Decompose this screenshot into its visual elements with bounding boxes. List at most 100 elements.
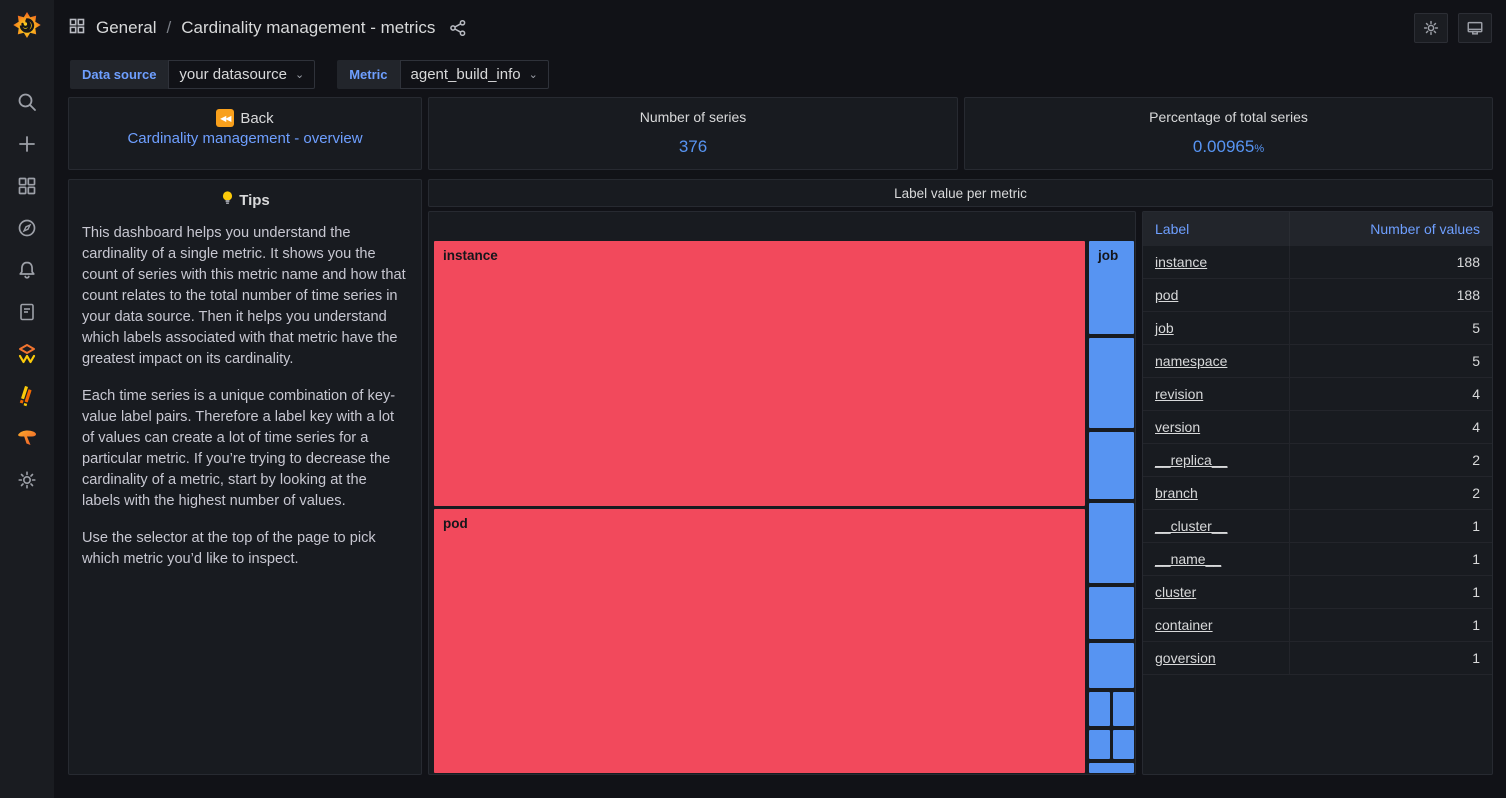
table-row: revision 4 [1143, 378, 1492, 411]
documents-icon[interactable] [14, 299, 40, 325]
treemap: instancepod job [429, 212, 1135, 774]
table-row: __name__ 1 [1143, 543, 1492, 576]
label-value-per-metric-header: Label value per metric [428, 179, 1493, 207]
dashboard-settings-gear-icon[interactable] [1414, 13, 1448, 43]
breadcrumb-separator: / [166, 18, 171, 38]
grafana-logo[interactable] [7, 7, 47, 47]
back-title-text: Back [240, 110, 273, 127]
back-overview-link[interactable]: Cardinality management - overview [69, 130, 421, 147]
tips-panel: Tips This dashboard helps you understand… [68, 179, 422, 775]
table-row: goversion 1 [1143, 642, 1492, 675]
label-link[interactable]: revision [1155, 386, 1203, 402]
label-link[interactable]: instance [1155, 254, 1207, 270]
value-cell: 1 [1289, 642, 1492, 675]
datasource-value: your datasource [179, 66, 287, 83]
table-row: container1 [1143, 609, 1492, 642]
table-row: __cluster__1 [1143, 510, 1492, 543]
back-panel-title: ◀◀ Back [69, 109, 421, 127]
dashboard-actions [1414, 13, 1492, 43]
explore-compass-icon[interactable] [14, 215, 40, 241]
treemap-block[interactable] [1089, 503, 1134, 583]
mimir-icon[interactable] [14, 341, 40, 367]
alerting-bell-icon[interactable] [14, 257, 40, 283]
label-link[interactable]: container [1155, 617, 1213, 633]
table-row: version 4 [1143, 411, 1492, 444]
grafana-dashboard: General / Cardinality management - metri… [0, 0, 1506, 798]
label-link[interactable]: __cluster__ [1155, 518, 1227, 534]
apps-grid-icon [68, 17, 86, 40]
loki-icon[interactable] [14, 383, 40, 409]
sidebar [0, 0, 54, 798]
label-values-table-panel: Label Number of values instance188 pod 188… [1142, 211, 1493, 775]
value-cell: 1 [1289, 543, 1492, 576]
label-cell: version [1143, 411, 1289, 444]
label-link[interactable]: goversion [1155, 650, 1216, 666]
label-link[interactable]: job [1155, 320, 1174, 336]
table-row: branch2 [1143, 477, 1492, 510]
label-cell: namespace [1143, 345, 1289, 378]
datasource-variable-label: Data source [70, 60, 168, 89]
label-link[interactable]: version [1155, 419, 1200, 435]
search-icon[interactable] [14, 89, 40, 115]
series-count-value: 376 [429, 137, 957, 157]
treemap-block-pod[interactable]: pod [434, 509, 1085, 773]
column-header-label[interactable]: Label [1143, 212, 1289, 246]
treemap-block[interactable] [1089, 730, 1110, 759]
treemap-block[interactable] [1089, 432, 1134, 499]
treemap-block[interactable] [1113, 730, 1134, 759]
label-link[interactable]: pod [1155, 287, 1178, 303]
series-pct-value: 0.00965% [965, 137, 1492, 157]
value-cell: 4 [1289, 411, 1492, 444]
value-cell: 4 [1289, 378, 1492, 411]
label-cell: instance [1143, 246, 1289, 279]
top-navigation-bar: General / Cardinality management - metri… [54, 0, 1506, 56]
table-row: job5 [1143, 312, 1492, 345]
treemap-block-job[interactable]: job [1089, 241, 1134, 334]
number-of-series-panel: Number of series 376 [428, 97, 958, 170]
panel-title: Label value per metric [894, 186, 1027, 201]
label-cell: goversion [1143, 642, 1289, 675]
tips-paragraph: Each time series is a unique combination… [82, 386, 408, 512]
share-icon[interactable] [449, 19, 467, 37]
treemap-block[interactable] [1089, 692, 1110, 726]
table-row: namespace 5 [1143, 345, 1492, 378]
label-link[interactable]: namespace [1155, 353, 1227, 369]
kiosk-monitor-icon[interactable] [1458, 13, 1492, 43]
tempo-icon[interactable] [14, 425, 40, 451]
tips-title-text: Tips [239, 192, 270, 209]
column-header-number-of-values[interactable]: Number of values [1289, 212, 1492, 246]
label-cell: __replica__ [1143, 444, 1289, 477]
treemap-block[interactable] [1089, 338, 1134, 428]
treemap-block[interactable] [1089, 763, 1134, 773]
value-cell: 5 [1289, 345, 1492, 378]
dashboards-icon[interactable] [14, 173, 40, 199]
label-link[interactable]: __replica__ [1155, 452, 1227, 468]
breadcrumb-section[interactable]: General [96, 18, 156, 38]
treemap-block[interactable] [1089, 643, 1134, 688]
datasource-select[interactable]: your datasource ⌄ [168, 60, 315, 89]
percentage-of-total-series-panel: Percentage of total series 0.00965% [964, 97, 1493, 170]
table-row: pod 188 [1143, 279, 1492, 312]
tips-body: This dashboard helps you understand the … [82, 223, 408, 570]
tips-panel-title: Tips [82, 190, 408, 210]
add-icon[interactable] [14, 131, 40, 157]
table-row: instance188 [1143, 246, 1492, 279]
label-cell: __cluster__ [1143, 510, 1289, 543]
pct-suffix: % [1254, 143, 1264, 155]
label-cell: revision [1143, 378, 1289, 411]
label-link[interactable]: branch [1155, 485, 1198, 501]
label-link[interactable]: cluster [1155, 584, 1196, 600]
treemap-block[interactable] [1113, 692, 1134, 726]
page-title: Cardinality management - metrics [181, 18, 435, 38]
label-cell: cluster [1143, 576, 1289, 609]
treemap-block-instance[interactable]: instance [434, 241, 1085, 506]
pct-number: 0.00965 [1193, 137, 1254, 156]
table-row: __replica__2 [1143, 444, 1492, 477]
label-link[interactable]: __name__ [1155, 551, 1221, 567]
value-cell: 188 [1289, 279, 1492, 312]
settings-gear-icon[interactable] [14, 467, 40, 493]
metric-select[interactable]: agent_build_info ⌄ [400, 60, 549, 89]
table-header-row: Label Number of values [1143, 212, 1492, 246]
label-cell: job [1143, 312, 1289, 345]
treemap-block[interactable] [1089, 587, 1134, 639]
